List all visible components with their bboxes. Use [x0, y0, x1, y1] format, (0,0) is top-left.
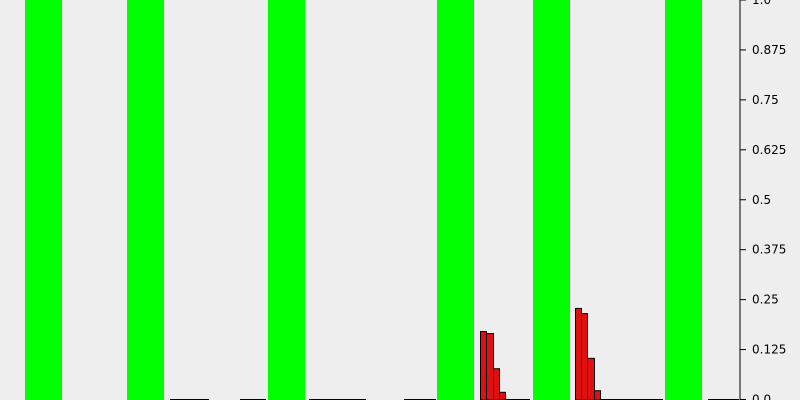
y-tick-label: 0.0	[752, 393, 771, 400]
highlight-band-3	[268, 0, 305, 400]
bar-7	[587, 357, 595, 400]
bar-8	[594, 390, 601, 400]
y-tick-label: 0.125	[752, 343, 786, 357]
highlight-band-5	[533, 0, 570, 400]
bar-2	[486, 333, 494, 400]
bar-4	[499, 391, 506, 400]
y-axis: 1.0 0.875 0.75 0.625 0.5 0.375 0.25 0.125 0.0	[739, 0, 786, 400]
highlight-band-4	[437, 0, 474, 400]
y-tick-label: 0.25	[752, 293, 779, 307]
bar-6	[581, 313, 588, 400]
y-tick-label: 0.625	[752, 143, 786, 157]
y-tick-label: 0.875	[752, 43, 786, 57]
highlight-band-1	[25, 0, 62, 400]
bar-chart: 1.0 0.875 0.75 0.625 0.5 0.375 0.25 0.125 0.0	[25, 0, 786, 400]
bar-1	[480, 331, 487, 400]
highlight-band-2	[127, 0, 164, 400]
bar-3	[493, 368, 500, 400]
y-tick-label: 0.75	[752, 93, 779, 107]
highlight-band-6	[665, 0, 702, 400]
bar-5	[575, 307, 582, 400]
y-tick-label: 0.375	[752, 243, 786, 257]
highlight-bands	[25, 0, 702, 400]
y-tick-label: 0.5	[752, 193, 771, 207]
y-tick-label: 1.0	[752, 0, 771, 7]
